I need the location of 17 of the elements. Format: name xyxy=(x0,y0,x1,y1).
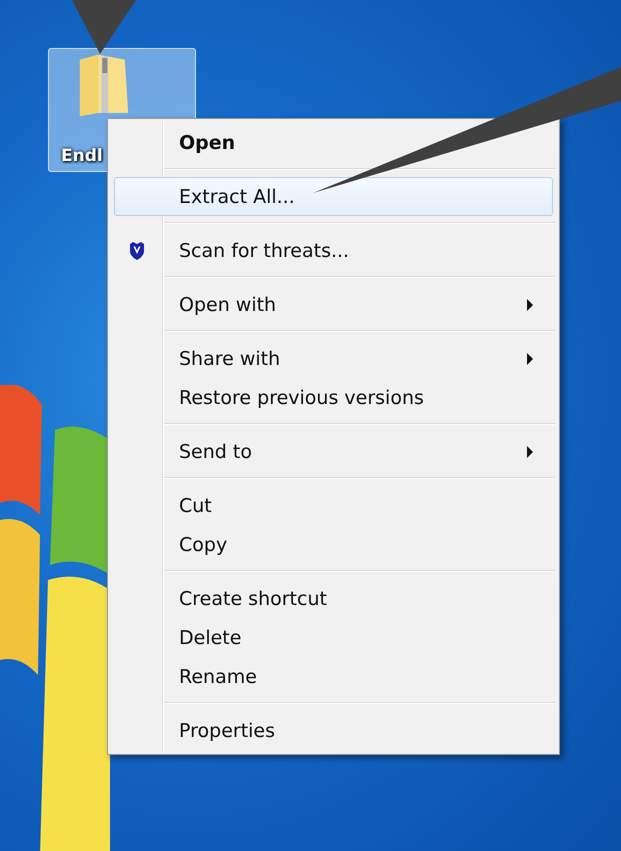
desktop-icon[interactable] xyxy=(48,48,196,118)
menu-item[interactable]: Open xyxy=(114,123,553,162)
menu-item[interactable]: Share with xyxy=(114,339,553,378)
menu-item[interactable]: Rename xyxy=(114,657,553,696)
menu-item[interactable]: Delete xyxy=(114,618,553,657)
menu-item[interactable]: Extract All... xyxy=(114,177,553,216)
menu-item[interactable]: Copy xyxy=(114,525,553,564)
shield-icon xyxy=(129,242,145,260)
menu-item[interactable]: Send to xyxy=(114,432,553,471)
annotation-arrow xyxy=(72,0,136,54)
menu-item[interactable]: Cut xyxy=(114,486,553,525)
menu-item[interactable]: Create shortcut xyxy=(114,579,553,618)
menu-item[interactable]: Restore previous versions xyxy=(114,378,553,417)
menu-item[interactable]: Open with xyxy=(114,285,553,324)
menu-item[interactable]: Properties xyxy=(114,711,553,750)
icon-label: Endl xyxy=(48,118,107,172)
menu-item[interactable]: Scan for threats... xyxy=(114,231,553,270)
